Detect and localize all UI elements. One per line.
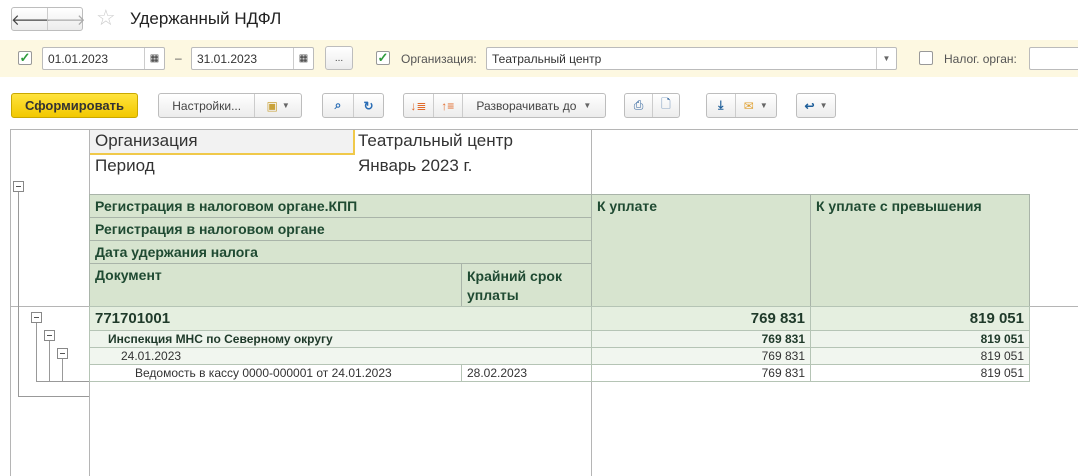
collapse-icon[interactable]: [44, 330, 55, 341]
return-arrow-icon: ↩: [804, 98, 815, 113]
header-deadline: Крайний срок уплаты: [461, 263, 592, 307]
sort-desc-icon[interactable]: ↓≣: [404, 99, 433, 113]
print-group: ⎙ 🗋: [624, 93, 680, 118]
row-label[interactable]: 24.01.2023: [89, 347, 592, 365]
tree-line: [18, 192, 19, 397]
tree-line: [36, 381, 89, 382]
generate-button[interactable]: Сформировать: [11, 93, 138, 118]
collapse-icon[interactable]: [31, 312, 42, 323]
row-excess[interactable]: 819 051: [810, 364, 1030, 382]
row-to-pay[interactable]: 769 831: [591, 364, 811, 382]
tree-line: [36, 322, 37, 381]
date-from-value: 01.01.2023: [48, 52, 109, 66]
search-refresh-icon[interactable]: ↻: [352, 94, 383, 117]
header-to-pay-excess: К уплате с превышения: [810, 194, 1030, 307]
row-excess[interactable]: 819 051: [810, 347, 1030, 365]
sort-asc-icon[interactable]: ↑≡: [432, 94, 462, 117]
row-deadline[interactable]: 28.02.2023: [461, 364, 592, 382]
header-kpp: Регистрация в налоговом органе.КПП: [89, 194, 592, 218]
org-select[interactable]: Театральный центр ▼: [486, 47, 897, 70]
tax-office-input[interactable]: [1029, 47, 1078, 70]
search-group: ⌕ ↻: [322, 93, 384, 118]
org-value: Театральный центр: [492, 52, 602, 66]
settings-button[interactable]: Настройки...: [159, 99, 254, 113]
param-label-organization[interactable]: Организация: [90, 130, 355, 155]
row-to-pay[interactable]: 769 831: [591, 347, 811, 365]
back-action-button[interactable]: ↩ ▼: [796, 93, 836, 118]
period-checkbox[interactable]: ✓: [18, 51, 32, 65]
row-label[interactable]: Ведомость в кассу 0000-000001 от 24.01.2…: [89, 364, 462, 382]
chevron-down-icon[interactable]: ▼: [876, 48, 896, 69]
settings-group: Настройки... ▣ ▼: [158, 93, 302, 118]
page-title: Удержанный НДФЛ: [130, 9, 282, 28]
calendar-icon[interactable]: ▦: [144, 48, 164, 69]
tree-line: [18, 396, 89, 397]
print-preview-icon[interactable]: 🗋: [651, 94, 679, 117]
print-icon[interactable]: ⎙: [625, 98, 652, 113]
row-label[interactable]: Инспекция МНС по Северному округу: [89, 330, 592, 348]
tree-line: [62, 358, 63, 381]
download-icon[interactable]: ⤓: [707, 98, 735, 113]
header-withhold-date: Дата удержания налога: [89, 240, 592, 264]
collapse-icon[interactable]: [57, 348, 68, 359]
date-dash: –: [175, 51, 182, 65]
email-icon[interactable]: ✉ ▼: [734, 94, 776, 117]
tax-office-label: Налог. орган:: [944, 52, 1017, 66]
collapse-icon[interactable]: [13, 181, 24, 192]
date-to-input[interactable]: 31.01.2023 ▦: [191, 47, 314, 70]
grid-line: [10, 129, 11, 476]
sort-group: ↓≣ ↑≡ Разворачивать до ▼: [403, 93, 606, 118]
forward-icon[interactable]: 🡒: [45, 8, 86, 30]
date-from-input[interactable]: 01.01.2023 ▦: [42, 47, 165, 70]
row-to-pay[interactable]: 769 831: [591, 330, 811, 348]
save-group: ⤓ ✉ ▼: [706, 93, 777, 118]
org-checkbox[interactable]: ✓: [376, 51, 390, 65]
variant-icon[interactable]: ▣ ▼: [254, 94, 301, 117]
calendar-icon[interactable]: ▦: [293, 48, 313, 69]
expand-to-button[interactable]: Разворачивать до ▼: [461, 94, 605, 117]
row-label[interactable]: 771701001: [89, 306, 592, 331]
org-label: Организация:: [401, 52, 477, 66]
favorite-star-icon[interactable]: ☆: [96, 5, 116, 31]
header-document: Документ: [89, 263, 462, 307]
row-excess[interactable]: 819 051: [810, 330, 1030, 348]
param-value-organization[interactable]: Театральный центр: [358, 131, 513, 151]
back-icon[interactable]: 🡐: [11, 10, 51, 29]
expand-to-label: Разворачивать до: [476, 98, 577, 113]
tax-office-checkbox[interactable]: [919, 51, 933, 65]
param-value-period: Январь 2023 г.: [358, 156, 473, 175]
row-to-pay[interactable]: 769 831: [591, 306, 811, 331]
row-excess[interactable]: 819 051: [810, 306, 1030, 331]
param-label-period: Период: [95, 156, 155, 175]
search-icon[interactable]: ⌕: [323, 98, 353, 113]
header-to-pay: К уплате: [591, 194, 811, 307]
period-select-button[interactable]: ...: [325, 46, 353, 70]
date-to-value: 31.01.2023: [197, 52, 258, 66]
nav-buttons: 🡐 🡒: [11, 7, 86, 31]
header-registration: Регистрация в налоговом органе: [89, 217, 592, 241]
tree-line: [49, 340, 50, 381]
